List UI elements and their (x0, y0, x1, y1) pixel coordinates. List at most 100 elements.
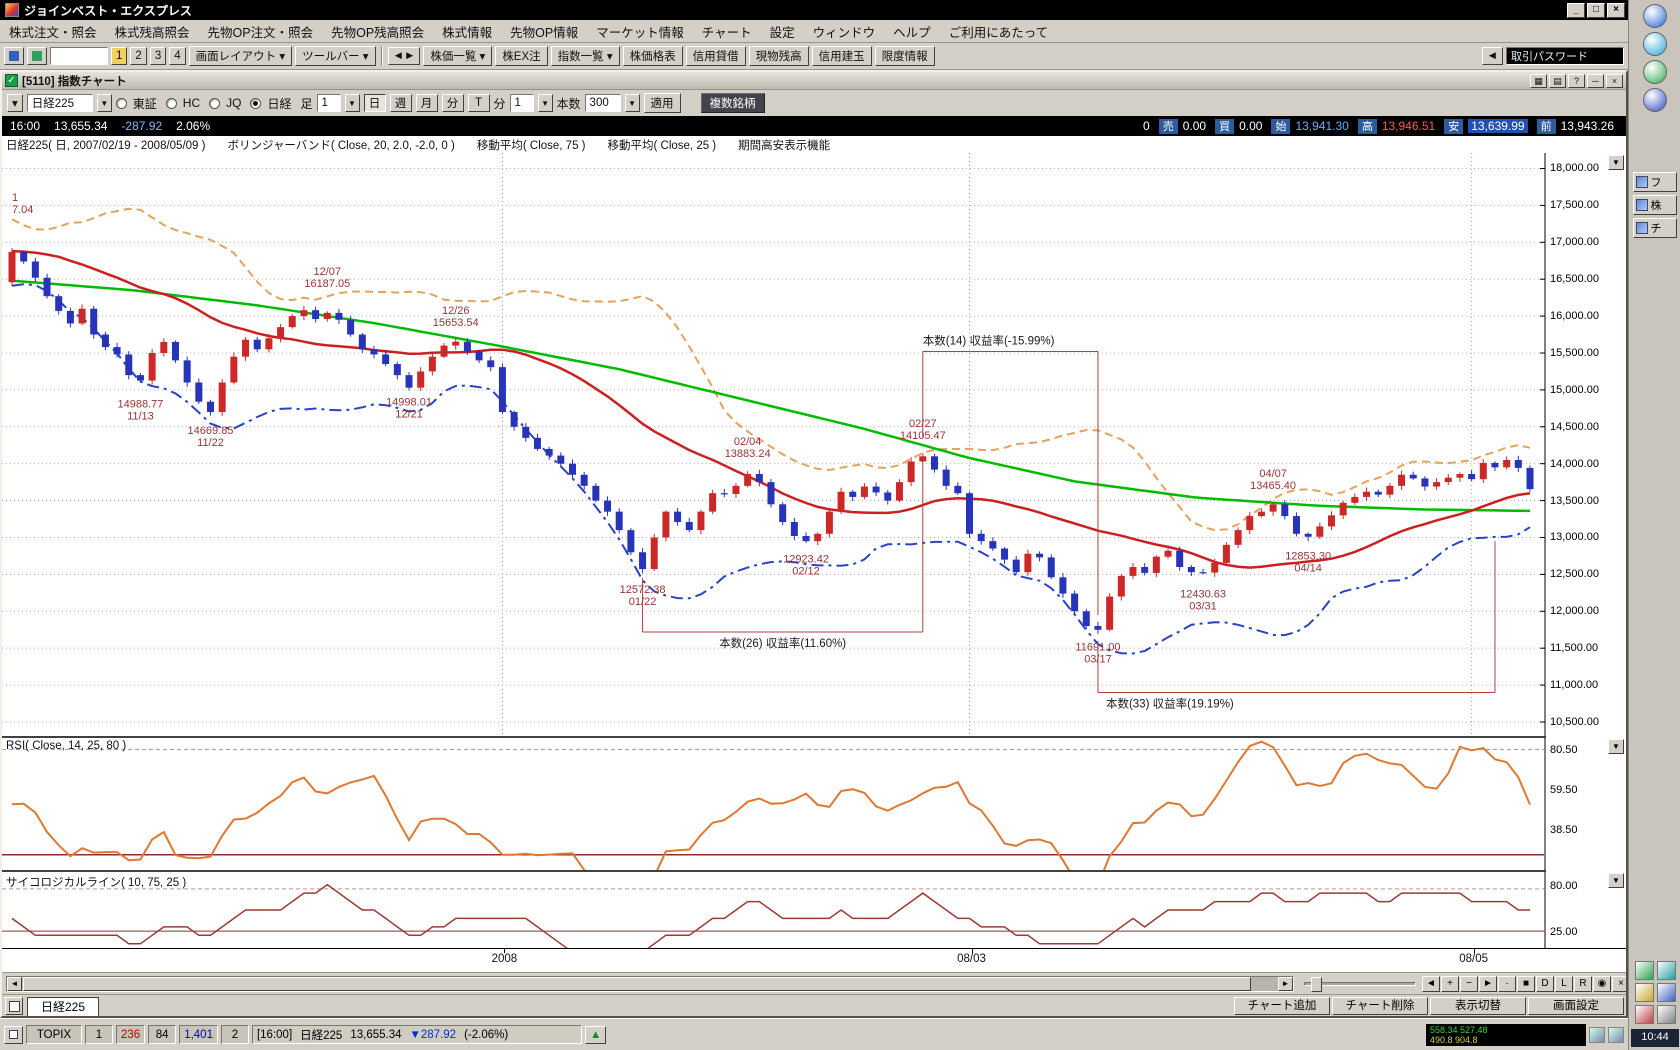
toolbar-button-株価格表[interactable]: 株価格表 (623, 46, 683, 66)
toggle-view-button[interactable]: 表示切替 (1430, 997, 1526, 1015)
rsi-panel-collapse-icon[interactable]: ▼ (1608, 739, 1624, 754)
layout-preset-4[interactable]: 4 (169, 47, 185, 65)
sidebar-shortcut-フ[interactable]: フ (1633, 172, 1677, 192)
sidebar-tool-icon-0[interactable] (1635, 961, 1654, 980)
rsi-panel[interactable]: RSI( Close, 14, 25, 80 ) (2, 736, 1546, 870)
minute-combo-arrow-icon[interactable]: ▼ (538, 94, 553, 112)
main-chart-plot[interactable]: 本数(14) 収益率(-15.99%)本数(26) 収益率(11.60%)本数(… (2, 153, 1546, 736)
toolbar-button-現物残高[interactable]: 現物残高 (749, 46, 809, 66)
menu-item-先物OP注文・照会[interactable]: 先物OP注文・照会 (199, 22, 323, 41)
workspace-name-field[interactable] (50, 47, 108, 65)
chart-tool-button-9[interactable]: ◉ (1593, 976, 1611, 992)
sidebar-tool-icon-4[interactable] (1635, 1005, 1654, 1024)
bars-value-field[interactable]: 300 (585, 94, 621, 112)
app-orb-green[interactable] (1643, 60, 1667, 84)
toolbar-button-指数一覧[interactable]: 指数一覧 ▾ (551, 46, 620, 66)
add-chart-button[interactable]: チャート追加 (1234, 997, 1330, 1015)
layout-preset-2[interactable]: 2 (130, 47, 146, 65)
chart-tool-button-5[interactable]: ■ (1517, 976, 1535, 992)
remove-chart-button[interactable]: チャート削除 (1332, 997, 1428, 1015)
layout-preset-1[interactable]: 1 (111, 47, 127, 65)
ashi-value-field[interactable]: 1 (317, 94, 341, 112)
chart-scrollbar[interactable]: ◄ ► (6, 976, 1294, 992)
sidebar-shortcut-株[interactable]: 株 (1633, 195, 1677, 215)
layout-preset-3[interactable]: 3 (150, 47, 166, 65)
layout-split-icon[interactable] (27, 47, 47, 65)
layout-grid-icon[interactable] (4, 47, 24, 65)
period-button-月[interactable]: 月 (416, 94, 438, 112)
app-orb-cyan[interactable] (1643, 32, 1667, 56)
menu-item-株式情報[interactable]: 株式情報 (433, 22, 501, 41)
period-button-週[interactable]: 週 (390, 94, 412, 112)
psychological-panel[interactable]: サイコロジカルライン( 10, 75, 25 ) (2, 870, 1546, 948)
sidebar-shortcut-チ[interactable]: チ (1633, 218, 1677, 238)
minute-value-field[interactable]: 1 (510, 94, 534, 112)
minimize-button[interactable]: _ (1567, 3, 1585, 18)
market-radio-日経[interactable] (250, 98, 261, 109)
prev-next-icon[interactable]: ◄► (388, 47, 421, 65)
zoom-slider[interactable] (1304, 982, 1416, 986)
symbol-combo-value[interactable]: 日経225 (27, 94, 93, 112)
period-button-分[interactable]: 分 (442, 94, 464, 112)
toolbar-button-株EX注[interactable]: 株EX注 (495, 46, 547, 66)
menu-item-ウィンドウ[interactable]: ウィンドウ (804, 22, 885, 41)
list-view-icon[interactable]: ▤ (1549, 74, 1566, 88)
screen-layout-dropdown[interactable]: 画面レイアウト ▾ (189, 46, 292, 66)
restore-button[interactable]: □ (1587, 3, 1605, 18)
symbol-combo-arrow-icon[interactable]: ▼ (97, 94, 112, 112)
sidebar-tool-icon-3[interactable] (1657, 983, 1676, 1002)
chart-tool-button-0[interactable]: ◄ (1422, 976, 1440, 992)
scroll-top-icon[interactable]: ▲ (585, 1026, 606, 1044)
chart-menu-icon[interactable]: ▾ (7, 94, 23, 112)
apply-button[interactable]: 適用 (644, 93, 681, 113)
menu-item-先物OP残高照会[interactable]: 先物OP残高照会 (322, 22, 433, 41)
period-button-T[interactable]: T (468, 94, 490, 112)
toolbar-button-限度情報[interactable]: 限度情報 (875, 46, 935, 66)
menu-item-ヘルプ[interactable]: ヘルプ (884, 22, 940, 41)
tab-list-icon[interactable] (5, 997, 23, 1015)
period-button-日[interactable]: 日 (364, 94, 386, 112)
multi-symbol-button[interactable]: 複数銘柄 (701, 93, 765, 113)
bars-combo-arrow-icon[interactable]: ▼ (625, 94, 640, 112)
sidebar-tool-icon-1[interactable] (1657, 961, 1676, 980)
password-field[interactable]: 取引パスワード (1506, 47, 1624, 65)
toolbar-dropdown[interactable]: ツールバー ▾ (295, 46, 375, 66)
psy-panel-collapse-icon[interactable]: ▼ (1608, 873, 1624, 888)
minimize-icon[interactable]: ─ (1587, 74, 1604, 88)
chart-tool-button-1[interactable]: + (1441, 976, 1459, 992)
menu-item-ご利用にあたって[interactable]: ご利用にあたって (940, 22, 1057, 41)
main-panel-collapse-icon[interactable]: ▼ (1608, 155, 1624, 170)
toolbar-button-株価一覧[interactable]: 株価一覧 ▾ (423, 46, 492, 66)
chart-tool-button-3[interactable]: ► (1479, 976, 1497, 992)
close-button[interactable]: × (1607, 3, 1625, 18)
grid-view-icon[interactable]: ▦ (1530, 74, 1547, 88)
chart-tool-button-10[interactable]: × (1612, 976, 1626, 992)
scroll-left-icon[interactable]: ◄ (7, 977, 22, 991)
chart-tool-button-7[interactable]: L (1555, 976, 1573, 992)
scrollbar-thumb[interactable] (23, 977, 1251, 991)
chart-tool-button-2[interactable]: − (1460, 976, 1478, 992)
app-orb-blue[interactable] (1643, 4, 1667, 28)
tray-system-icon[interactable] (1608, 1027, 1624, 1043)
market-radio-HC[interactable] (166, 98, 177, 109)
tray-network-icon[interactable] (1589, 1027, 1605, 1043)
toolbar-button-信用貸借[interactable]: 信用貸借 (686, 46, 746, 66)
toolbar-button-信用建玉[interactable]: 信用建玉 (812, 46, 872, 66)
sidebar-tool-icon-5[interactable] (1657, 1005, 1676, 1024)
screen-settings-button[interactable]: 画面設定 (1528, 997, 1624, 1015)
zoom-slider-thumb[interactable] (1311, 977, 1322, 992)
sidebar-tool-icon-2[interactable] (1635, 983, 1654, 1002)
menu-item-マーケット情報[interactable]: マーケット情報 (587, 22, 693, 41)
chart-window-titlebar[interactable]: ✓ [5110] 指数チャート ▦▤?─× (2, 72, 1626, 90)
menu-item-チャート[interactable]: チャート (693, 22, 761, 41)
app-orb-navy[interactable] (1643, 88, 1667, 112)
scroll-right-icon[interactable]: ► (1278, 977, 1293, 991)
help-icon[interactable]: ? (1568, 74, 1585, 88)
close-icon[interactable]: × (1606, 74, 1623, 88)
chart-tool-button-6[interactable]: D (1536, 976, 1554, 992)
tab-nikkei225[interactable]: 日経225 (27, 997, 99, 1016)
status-list-icon[interactable] (4, 1026, 23, 1044)
ashi-combo-arrow-icon[interactable]: ▼ (345, 94, 360, 112)
menu-item-設定[interactable]: 設定 (761, 22, 804, 41)
menu-item-先物OP情報[interactable]: 先物OP情報 (501, 22, 587, 41)
